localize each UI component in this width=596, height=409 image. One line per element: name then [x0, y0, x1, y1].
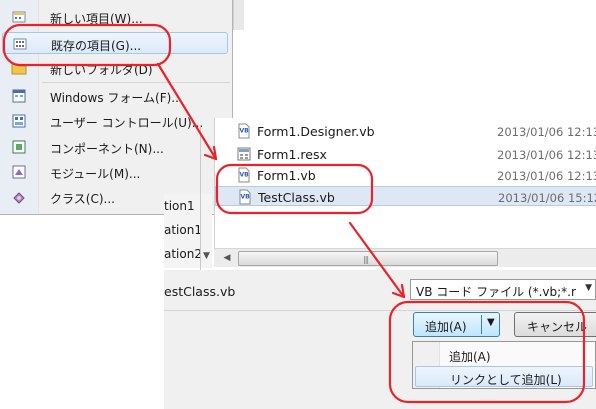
component-icon — [12, 140, 26, 154]
add-split-button[interactable]: 追加(A) ▼ — [413, 312, 500, 337]
file-name: Form1.resx — [257, 147, 327, 162]
menu-item-existing-item[interactable]: 既存の項目(G)... — [2, 32, 228, 54]
menu-separator — [42, 82, 230, 83]
resx-file-icon — [237, 147, 251, 161]
module-icon — [12, 165, 26, 179]
svg-text:VB: VB — [241, 194, 251, 201]
menu-item-label: ユーザー コントロール(U)... — [50, 116, 204, 130]
file-name: TestClass.vb — [258, 190, 335, 205]
menu-item-label: コンポーネント(N)... — [50, 142, 164, 156]
new-item-icon — [12, 11, 26, 23]
class-icon — [13, 192, 25, 204]
menu-item-user-control[interactable]: ユーザー コントロール(U)... — [2, 110, 228, 132]
file-date: 2013/01/06 12:13 — [497, 169, 596, 183]
split-divider — [481, 315, 482, 334]
file-row[interactable]: Form1.resx 2013/01/06 12:13 — [215, 144, 596, 164]
menu-item-new-folder[interactable]: 新しいフォルダ(D) — [2, 57, 228, 79]
dropdown-item-add[interactable]: 追加(A) — [415, 344, 593, 365]
panel-divider — [200, 125, 201, 270]
add-dropdown-menu: 追加(A) リンクとして追加(L) — [412, 341, 596, 389]
file-list: VB Form1.Designer.vb 2013/01/06 12:13 Fo… — [214, 118, 596, 266]
svg-text:VB: VB — [240, 172, 250, 179]
menu-item-new-item[interactable]: 新しい項目(W)... — [2, 6, 228, 28]
scroll-down-arrow-icon[interactable]: ▼ — [203, 251, 210, 261]
add-button-label[interactable]: 追加(A) — [425, 318, 467, 335]
new-folder-icon — [11, 63, 27, 75]
cancel-button-label: キャンセル — [527, 320, 588, 334]
menu-item-module[interactable]: モジュール(M)... — [2, 161, 228, 183]
dropdown-item-label: 追加(A) — [449, 350, 491, 364]
tree-item[interactable]: tion1 — [164, 199, 195, 213]
menu-item-label: モジュール(M)... — [50, 167, 141, 181]
filter-label: VB コード ファイル (*.vb;*.r — [416, 285, 576, 299]
user-control-icon — [12, 114, 26, 128]
existing-item-icon — [13, 38, 27, 50]
file-date: 2013/01/06 12:13 — [497, 125, 596, 139]
file-date: 2013/01/06 15:12 — [498, 191, 596, 205]
context-menu: 新しい項目(W)... 既存の項目(G)... 新しいフォルダ(D) Windo… — [0, 0, 233, 215]
windows-form-icon — [12, 89, 26, 103]
dropdown-arrow-icon[interactable]: ▼ — [487, 317, 495, 328]
tree-item[interactable]: ation1 — [164, 223, 202, 237]
horizontal-scrollbar[interactable]: ◀ ||| — [214, 248, 596, 267]
menu-item-windows-form[interactable]: Windows フォーム(F)... — [2, 85, 228, 107]
file-name: Form1.Designer.vb — [257, 124, 375, 139]
vb-file-icon: VB — [238, 167, 250, 183]
file-row[interactable]: VB Form1.Designer.vb 2013/01/06 12:13 — [215, 121, 596, 141]
scrollbar-thumb[interactable]: ||| — [238, 251, 498, 266]
file-row[interactable]: VB Form1.vb 2013/01/06 12:13 — [215, 165, 596, 185]
vb-file-icon: VB — [239, 189, 251, 205]
scroll-left-arrow-icon[interactable]: ◀ — [220, 251, 234, 265]
scrollbar-fragment — [233, 0, 244, 30]
dropdown-item-label: リンクとして追加(L) — [450, 373, 562, 387]
dropdown-item-add-as-link[interactable]: リンクとして追加(L) — [415, 366, 593, 387]
file-type-filter[interactable]: VB コード ファイル (*.vb;*.r ▼ — [410, 279, 596, 300]
menu-item-label: クラス(C)... — [50, 192, 115, 206]
tree-item[interactable]: ation2 — [164, 247, 202, 261]
grip-icon: ||| — [363, 255, 369, 264]
menu-item-label: 既存の項目(G)... — [51, 39, 142, 53]
menu-item-label: 新しいフォルダ(D) — [50, 63, 153, 77]
file-name: Form1.vb — [257, 168, 316, 183]
filename-input[interactable]: estClass.vb — [164, 284, 235, 299]
menu-item-label: Windows フォーム(F)... — [50, 91, 183, 105]
svg-text:VB: VB — [240, 128, 250, 135]
menu-item-label: 新しい項目(W)... — [50, 12, 143, 26]
menu-item-component[interactable]: コンポーネント(N)... — [2, 136, 228, 158]
vb-file-icon: VB — [238, 123, 250, 139]
cancel-button[interactable]: キャンセル — [514, 312, 596, 337]
file-date: 2013/01/06 12:13 — [497, 148, 596, 162]
chevron-down-icon: ▼ — [585, 283, 592, 293]
file-row-selected[interactable]: VB TestClass.vb 2013/01/06 15:12 — [215, 186, 596, 206]
